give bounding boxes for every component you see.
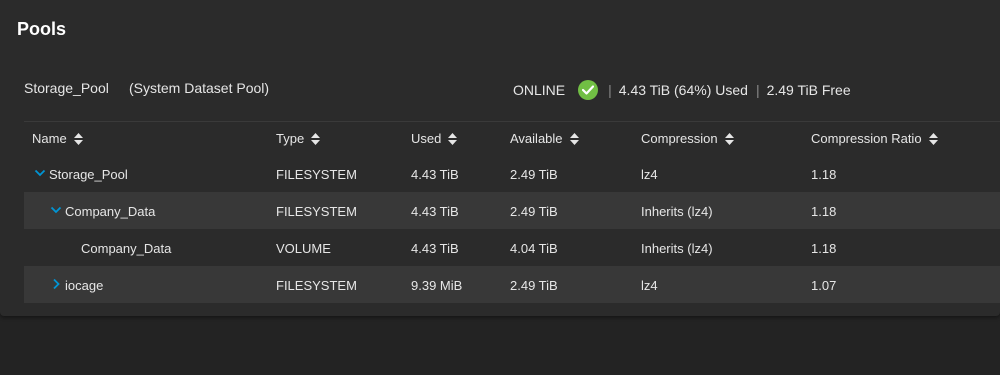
sort-icon[interactable]: [73, 132, 83, 145]
separator: |: [608, 82, 612, 98]
pool-subtitle: (System Dataset Pool): [129, 80, 270, 96]
table-header: Name Type Used Available Compression Com…: [24, 121, 1000, 155]
column-header-compression[interactable]: Compression: [641, 131, 734, 146]
sort-icon[interactable]: [928, 132, 938, 145]
column-header-name[interactable]: Name: [32, 131, 83, 146]
row-type: VOLUME: [276, 241, 331, 256]
row-available: 2.49 TiB: [510, 167, 558, 182]
row-used: 4.43 TiB: [411, 167, 459, 182]
row-compression-ratio: 1.18: [811, 167, 837, 182]
pool-used: 4.43 TiB (64%) Used: [618, 82, 748, 98]
pool-card: Pools Storage_Pool (System Dataset Pool)…: [0, 0, 1000, 316]
table-row[interactable]: Storage_Pool FILESYSTEM 4.43 TiB 2.49 Ti…: [24, 155, 1000, 192]
table-row[interactable]: Company_Data VOLUME 4.43 TiB 4.04 TiB In…: [24, 229, 1000, 266]
check-circle-icon: [578, 80, 599, 100]
pool-status-group: ONLINE | 4.43 TiB (64%) Used | 2.49 TiB …: [513, 80, 851, 100]
page-title: Pools: [17, 19, 67, 39]
row-type: FILESYSTEM: [276, 167, 357, 182]
chevron-right-icon[interactable]: [50, 278, 62, 290]
row-compression-ratio: 1.18: [811, 204, 837, 219]
row-used: 9.39 MiB: [411, 278, 463, 293]
pool-status: ONLINE: [513, 82, 566, 98]
row-compression: lz4: [641, 278, 658, 293]
column-header-available[interactable]: Available: [510, 131, 579, 146]
row-compression-ratio: 1.18: [811, 241, 837, 256]
row-name: Storage_Pool: [49, 167, 128, 182]
row-name: Company_Data: [81, 241, 172, 256]
row-type: FILESYSTEM: [276, 204, 357, 219]
sort-icon[interactable]: [569, 132, 579, 145]
sort-icon[interactable]: [448, 132, 458, 145]
row-compression: Inherits (lz4): [641, 204, 713, 219]
sort-icon[interactable]: [724, 132, 734, 145]
table-row[interactable]: iocage FILESYSTEM 9.39 MiB 2.49 TiB lz4 …: [24, 266, 1000, 303]
row-name: Company_Data: [65, 204, 156, 219]
table-row[interactable]: Company_Data FILESYSTEM 4.43 TiB 2.49 Ti…: [24, 192, 1000, 229]
row-compression-ratio: 1.07: [811, 278, 837, 293]
row-compression: Inherits (lz4): [641, 241, 713, 256]
row-name: iocage: [65, 278, 104, 293]
row-available: 2.49 TiB: [510, 278, 558, 293]
column-header-used[interactable]: Used: [411, 131, 458, 146]
row-compression: lz4: [641, 167, 658, 182]
pool-header: Storage_Pool (System Dataset Pool) ONLIN…: [24, 80, 984, 100]
pool-free: 2.49 TiB Free: [766, 82, 851, 98]
separator: |: [755, 82, 760, 98]
column-header-type[interactable]: Type: [276, 131, 321, 146]
row-available: 4.04 TiB: [510, 241, 558, 256]
chevron-down-icon[interactable]: [34, 167, 46, 179]
row-type: FILESYSTEM: [276, 278, 357, 293]
column-header-compression-ratio[interactable]: Compression Ratio: [811, 131, 938, 146]
pool-name: Storage_Pool: [24, 80, 109, 96]
datasets-table: Name Type Used Available Compression Com…: [24, 121, 1000, 303]
sort-icon[interactable]: [311, 132, 321, 145]
row-used: 4.43 TiB: [411, 204, 459, 219]
row-used: 4.43 TiB: [411, 241, 459, 256]
row-available: 2.49 TiB: [510, 204, 558, 219]
chevron-down-icon[interactable]: [50, 204, 62, 216]
